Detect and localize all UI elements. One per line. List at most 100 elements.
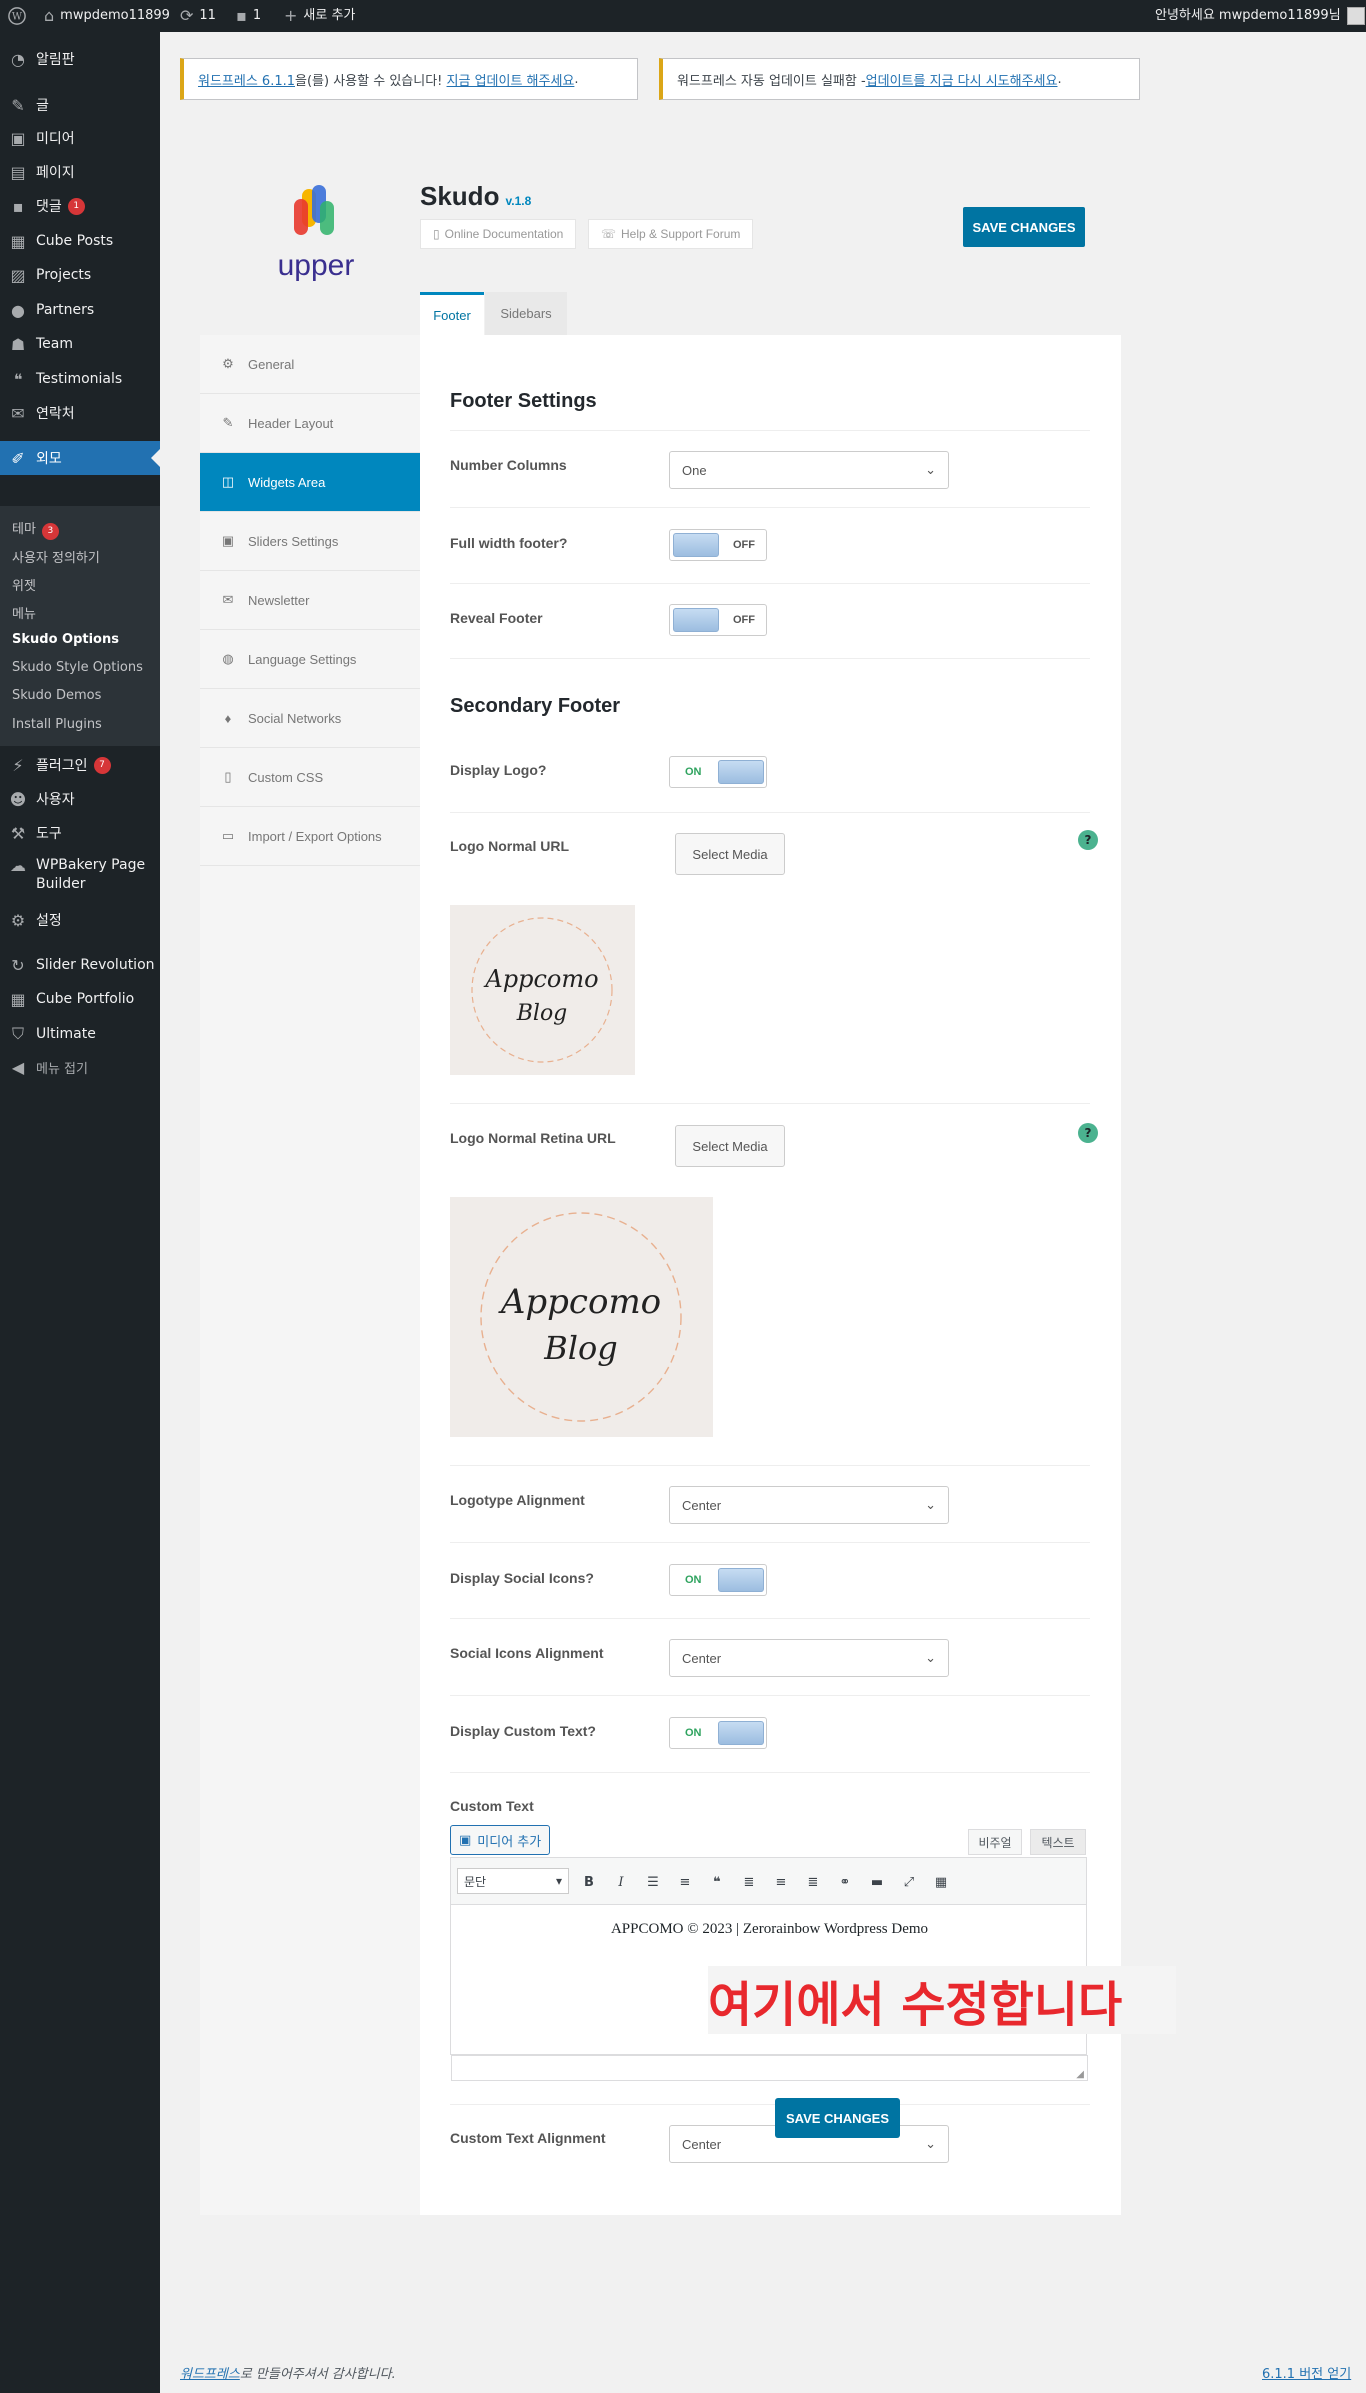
full-width-footer-label: Full width footer?: [450, 535, 568, 551]
submenu-menus[interactable]: 메뉴: [12, 603, 36, 622]
link-icon[interactable]: ⚭: [835, 1872, 855, 1892]
nav-custom-css[interactable]: ▯ Custom CSS: [200, 748, 420, 807]
wordpress-version-link[interactable]: 워드프레스 6.1.1: [198, 70, 295, 89]
select-media-button[interactable]: Select Media: [675, 833, 785, 875]
select-media-button-retina[interactable]: Select Media: [675, 1125, 785, 1167]
reveal-footer-toggle[interactable]: OFF: [669, 604, 767, 636]
submenu-skudo-options[interactable]: Skudo Options: [12, 632, 119, 647]
submenu-widgets[interactable]: 위젯: [12, 575, 36, 594]
help-icon[interactable]: ?: [1078, 830, 1098, 850]
nav-sliders-settings[interactable]: ▣ Sliders Settings: [200, 512, 420, 571]
help-support-button[interactable]: ☏ Help & Support Forum: [588, 219, 754, 249]
menu-media[interactable]: ▣ 미디어: [0, 121, 160, 155]
display-logo-toggle[interactable]: ON: [669, 756, 767, 788]
submenu-skudo-demos[interactable]: Skudo Demos: [12, 688, 101, 703]
comments-link[interactable]: ▪ 1: [236, 0, 261, 32]
save-changes-button-top[interactable]: SAVE CHANGES: [963, 207, 1085, 247]
nav-widgets-area[interactable]: ◫ Widgets Area: [200, 453, 420, 512]
nav-social-networks[interactable]: ♦ Social Networks: [200, 689, 420, 748]
menu-contact[interactable]: ✉ 연락처: [0, 396, 160, 430]
display-custom-text-toggle[interactable]: ON: [669, 1717, 767, 1749]
submenu-customize[interactable]: 사용자 정의하기: [12, 547, 100, 566]
wordpress-logo-icon[interactable]: W: [8, 0, 26, 32]
divider: [450, 658, 1090, 659]
cube-icon: ▦: [10, 231, 26, 251]
blockquote-icon[interactable]: ❝: [707, 1872, 727, 1892]
menu-ultimate[interactable]: ⛉ Ultimate: [0, 1017, 160, 1051]
fullscreen-icon[interactable]: ⤢: [899, 1872, 919, 1892]
submenu-themes[interactable]: 테마 3: [12, 518, 59, 540]
menu-appearance[interactable]: ✐ 외모: [0, 441, 160, 475]
nav-header-layout[interactable]: ✎ Header Layout: [200, 394, 420, 453]
align-center-icon[interactable]: ≡: [771, 1872, 791, 1892]
wrench-icon: ⚒: [10, 823, 26, 843]
nav-import-export[interactable]: ▭ Import / Export Options: [200, 807, 420, 866]
nav-language-settings[interactable]: ◍ Language Settings: [200, 630, 420, 689]
bullet-list-icon[interactable]: ☰: [643, 1872, 663, 1892]
menu-label: Ultimate: [36, 1026, 96, 1042]
tab-footer[interactable]: Footer: [420, 292, 484, 335]
reveal-footer-label: Reveal Footer: [450, 610, 543, 626]
menu-posts[interactable]: ✎ 글: [0, 88, 160, 122]
display-social-icons-toggle[interactable]: ON: [669, 1564, 767, 1596]
nav-general[interactable]: ⚙ General: [200, 335, 420, 394]
read-more-icon[interactable]: ▬: [867, 1872, 887, 1892]
footer-settings-title: Footer Settings: [450, 390, 597, 412]
menu-label: 연락처: [36, 406, 75, 422]
toolbar-toggle-icon[interactable]: ▦: [931, 1872, 951, 1892]
menu-collapse[interactable]: ◀ 메뉴 접기: [0, 1050, 160, 1084]
menu-dashboard[interactable]: ◔ 알림판: [0, 42, 160, 76]
submenu-install-plugins[interactable]: Install Plugins: [12, 717, 102, 732]
account-menu[interactable]: 안녕하세요 mwpdemo11899님: [1155, 0, 1365, 32]
menu-label: 외모: [36, 451, 62, 467]
get-version-link[interactable]: 6.1.1 버전 얻기: [1262, 2363, 1351, 2382]
visual-tab[interactable]: 비주얼: [968, 1829, 1022, 1855]
menu-users[interactable]: ☻ 사용자: [0, 782, 160, 816]
full-width-footer-toggle[interactable]: OFF: [669, 529, 767, 561]
nav-newsletter[interactable]: ✉ Newsletter: [200, 571, 420, 630]
submenu-skudo-style-options[interactable]: Skudo Style Options: [12, 660, 143, 675]
resize-handle-icon[interactable]: ◢: [1076, 2069, 1084, 2080]
menu-cube-posts[interactable]: ▦ Cube Posts: [0, 224, 160, 258]
menu-plugins[interactable]: ⚡ 플러그인 7: [0, 748, 160, 782]
help-icon[interactable]: ?: [1078, 1123, 1098, 1143]
update-now-link[interactable]: 지금 업데이트 해주세요: [447, 70, 575, 89]
menu-tools[interactable]: ⚒ 도구: [0, 816, 160, 850]
menu-team[interactable]: ☗ Team: [0, 327, 160, 361]
globe-icon: ◍: [222, 651, 234, 666]
chevron-down-icon: ⌄: [925, 2136, 936, 2151]
menu-label: Cube Posts: [36, 233, 114, 249]
menu-projects[interactable]: ▨ Projects: [0, 258, 160, 292]
social-icons-alignment-select[interactable]: Center ⌄: [669, 1639, 949, 1677]
menu-pages[interactable]: ▤ 페이지: [0, 155, 160, 189]
logotype-alignment-select[interactable]: Center ⌄: [669, 1486, 949, 1524]
menu-cube-portfolio[interactable]: ▦ Cube Portfolio: [0, 982, 160, 1016]
add-media-button[interactable]: ▣ 미디어 추가: [450, 1825, 551, 1855]
chevron-down-icon: ⌄: [925, 1497, 936, 1512]
retry-update-link[interactable]: 업데이트를 지금 다시 시도해주세요: [866, 70, 1058, 89]
menu-wpbakery[interactable]: ☁ WPBakery Page Builder: [0, 848, 160, 900]
options-content: Footer Settings Number Columns One ⌄ Full…: [420, 335, 1121, 2215]
online-documentation-button[interactable]: ▯ Online Documentation: [420, 219, 577, 249]
align-right-icon[interactable]: ≣: [803, 1872, 823, 1892]
menu-comments[interactable]: ▪ 댓글 1: [0, 189, 160, 223]
number-columns-select[interactable]: One ⌄: [669, 451, 949, 489]
menu-slider-revolution[interactable]: ↻ Slider Revolution: [0, 948, 160, 982]
format-select[interactable]: 문단 ▾: [457, 1868, 569, 1894]
save-changes-button-bottom[interactable]: SAVE CHANGES: [775, 2098, 900, 2138]
version-label: v.1.8: [505, 194, 532, 208]
bold-icon[interactable]: B: [579, 1872, 599, 1892]
numbered-list-icon[interactable]: ≡: [675, 1872, 695, 1892]
menu-settings[interactable]: ⚙ 설정: [0, 903, 160, 937]
italic-icon[interactable]: I: [611, 1872, 631, 1892]
updates-link[interactable]: ⟳ 11: [180, 0, 216, 32]
text-tab[interactable]: 텍스트: [1030, 1829, 1086, 1855]
tab-sidebars[interactable]: Sidebars: [485, 292, 567, 335]
site-name-link[interactable]: ⌂ mwpdemo11899: [44, 0, 170, 32]
align-left-icon[interactable]: ≣: [739, 1872, 759, 1892]
wordpress-link[interactable]: 워드프레스: [180, 2367, 240, 2382]
menu-partners[interactable]: ● Partners: [0, 293, 160, 327]
menu-testimonials[interactable]: ❝ Testimonials: [0, 362, 160, 396]
new-content-link[interactable]: + 새로 추가: [284, 0, 355, 32]
nav-label: Widgets Area: [248, 474, 326, 490]
